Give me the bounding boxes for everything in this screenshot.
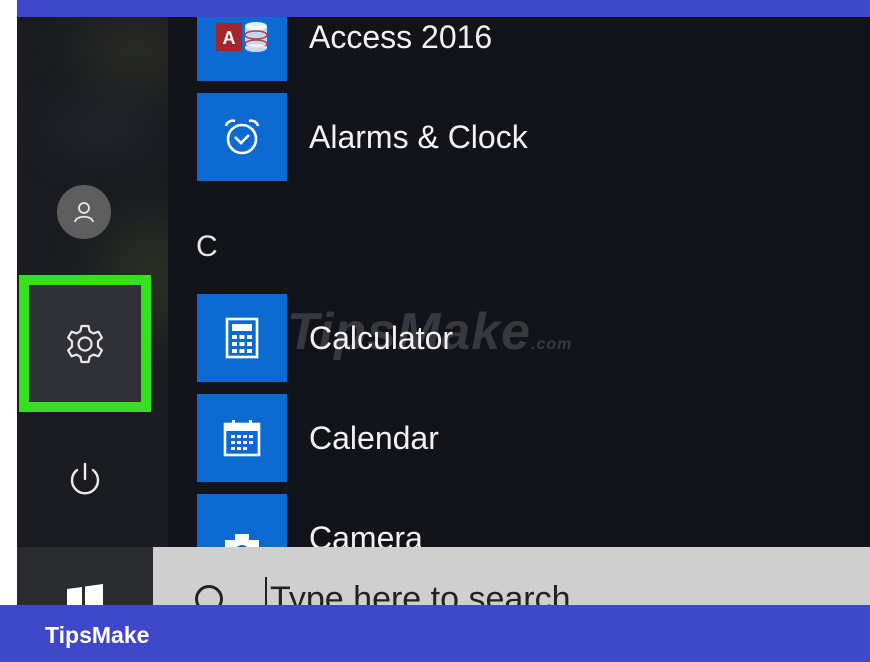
start-menu: A Access 2016 Alarms & Clock C Calculato… — [17, 17, 870, 605]
app-label: Access 2016 — [309, 19, 493, 55]
brand-name: TipsMake — [45, 622, 150, 648]
user-icon — [74, 202, 94, 223]
user-account-button[interactable] — [57, 185, 111, 239]
app-tile: A — [197, 17, 287, 81]
app-tile — [197, 294, 287, 382]
app-item-alarms-clock[interactable]: Alarms & Clock — [197, 93, 857, 181]
start-menu-rail — [17, 17, 168, 547]
start-button[interactable] — [17, 547, 153, 605]
left-frame-margin — [0, 0, 17, 662]
section-letter[interactable]: C — [196, 230, 218, 264]
app-item-calendar[interactable]: Calendar — [197, 394, 857, 482]
app-label: Alarms & Clock — [309, 119, 528, 155]
brand-footer: TipsMake — [0, 605, 870, 662]
settings-button[interactable] — [19, 275, 151, 412]
taskbar: Type here to search — [17, 547, 870, 605]
app-tile — [197, 93, 287, 181]
access-icon: A — [216, 22, 268, 52]
calendar-icon — [223, 420, 261, 457]
background-blur — [77, 17, 168, 97]
app-label: Calculator — [309, 320, 454, 356]
search-icon — [195, 585, 223, 605]
app-tile — [197, 394, 287, 482]
windows-icon — [67, 584, 103, 605]
top-frame-bar — [0, 0, 870, 17]
search-placeholder: Type here to search — [270, 580, 571, 605]
background-blur — [47, 97, 157, 157]
svg-text:A: A — [223, 28, 236, 48]
text-caret — [265, 577, 267, 605]
alarm-clock-icon — [224, 119, 260, 155]
search-box[interactable]: Type here to search — [153, 547, 870, 605]
power-icon — [70, 462, 100, 495]
app-item-calculator[interactable]: Calculator — [197, 294, 857, 382]
gear-icon — [67, 324, 103, 363]
app-label: Calendar — [309, 420, 439, 456]
power-button[interactable] — [57, 451, 113, 507]
app-item-access[interactable]: A Access 2016 — [197, 17, 857, 81]
calculator-icon — [225, 317, 259, 359]
